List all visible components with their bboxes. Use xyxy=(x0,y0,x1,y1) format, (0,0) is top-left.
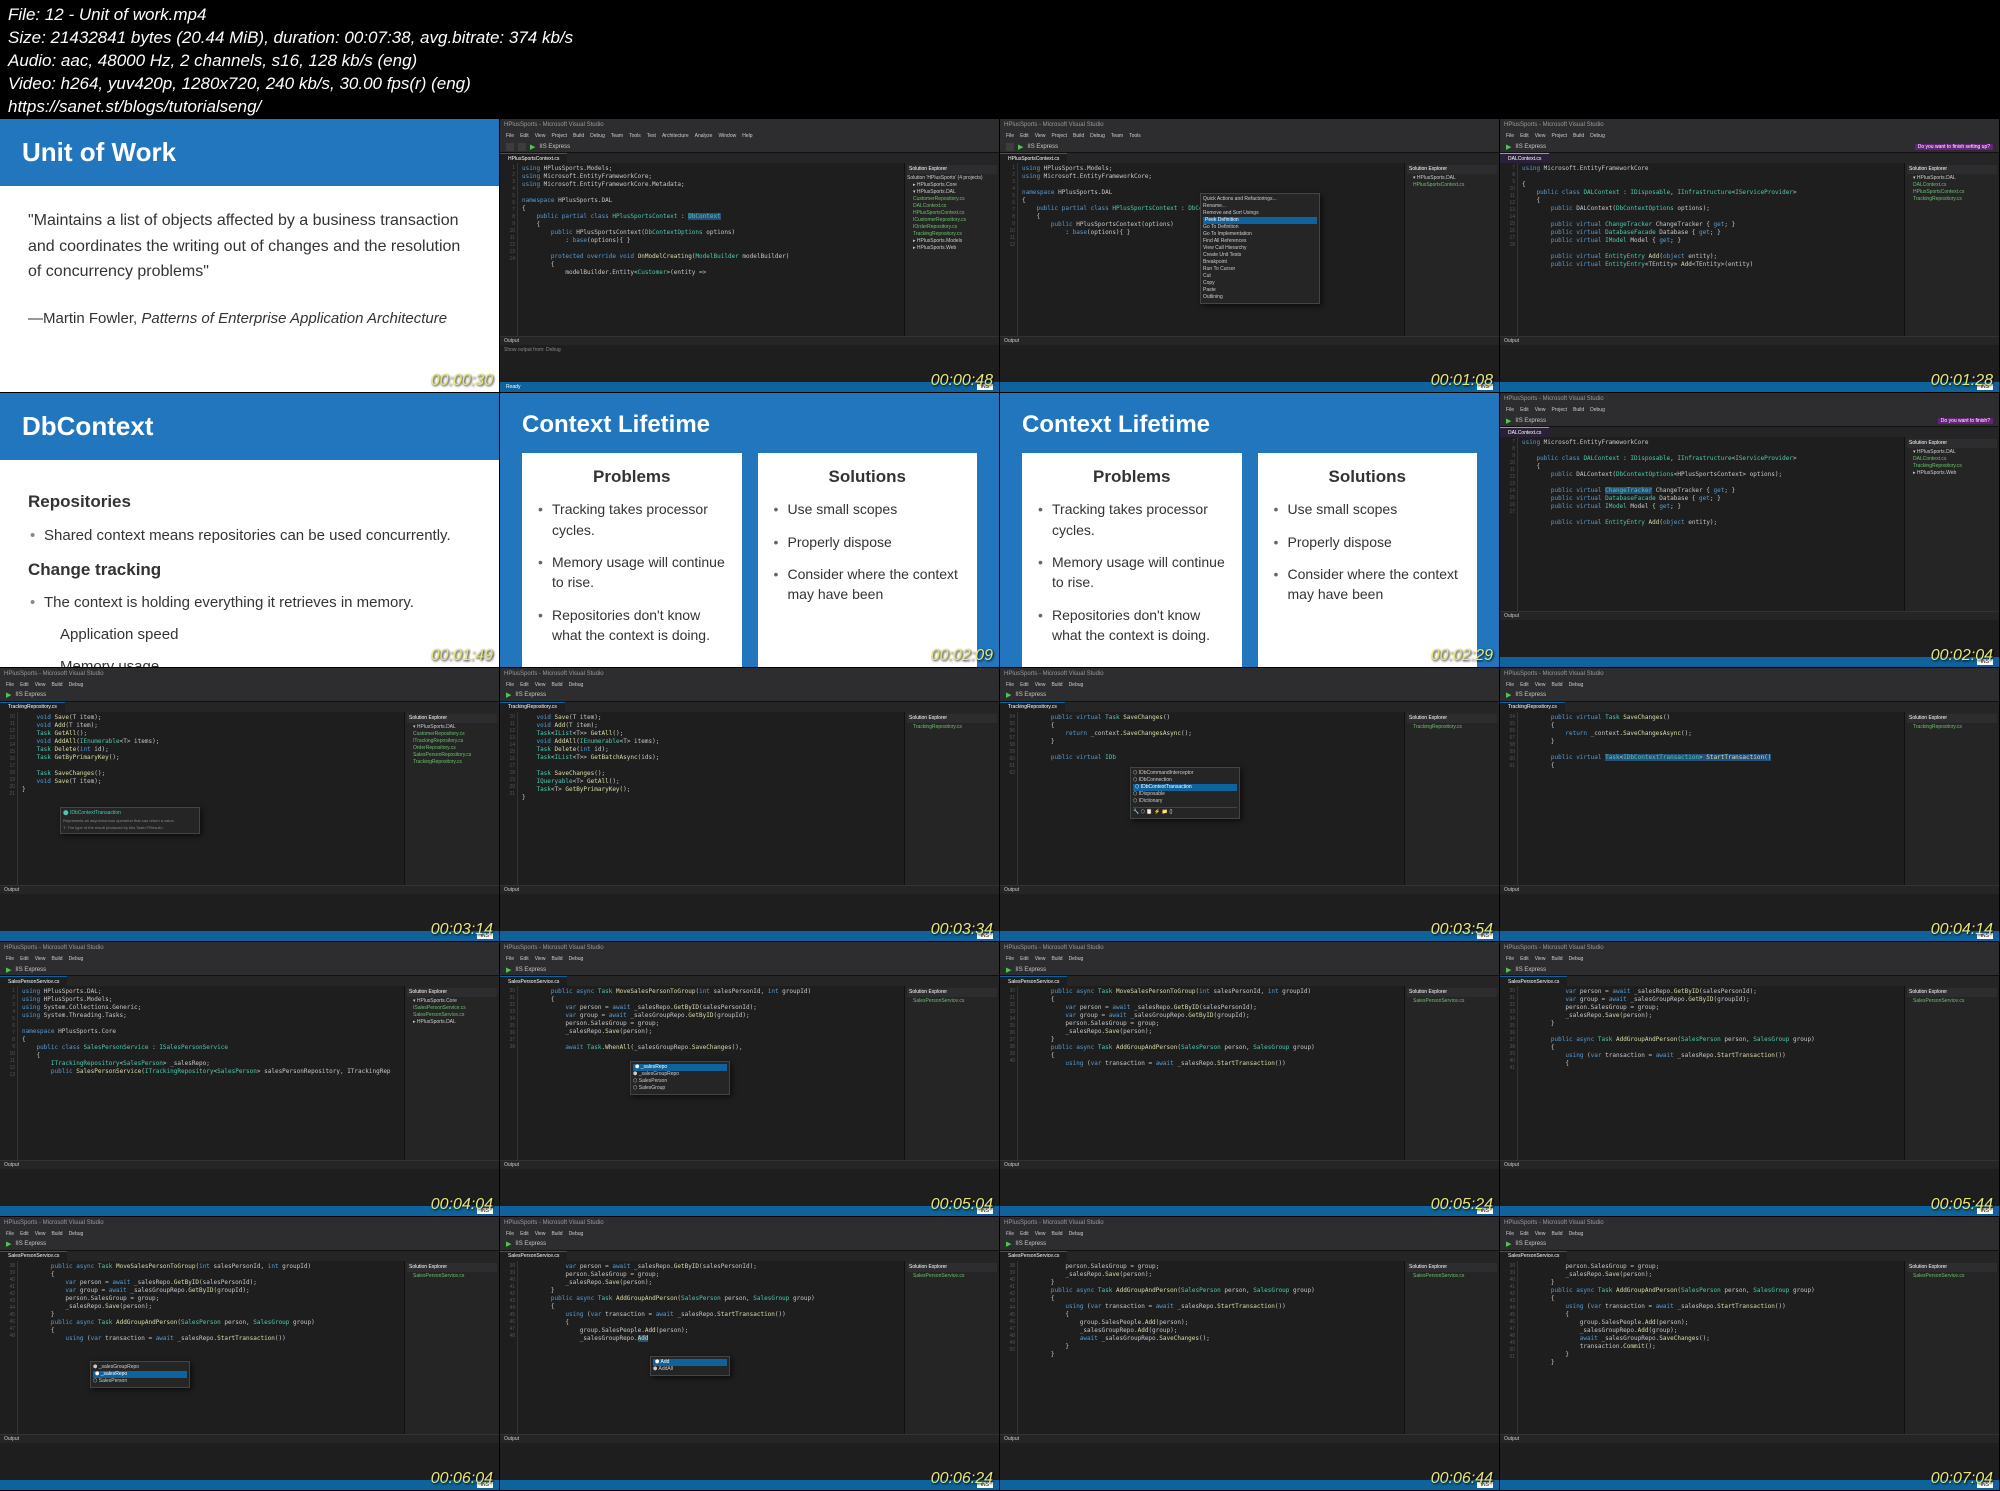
intellisense-popup[interactable]: ⬡ IDbCommandInterceptor ⬡ IDbConnection … xyxy=(1130,767,1240,819)
url-line: https://sanet.st/blogs/tutorialseng/ xyxy=(8,96,1992,119)
thumb-20[interactable]: HPlusSports - Microsoft Visual Studio Fi… xyxy=(1500,1217,2000,1491)
audio-line: Audio: aac, 48000 Hz, 2 channels, s16, 1… xyxy=(8,50,1992,73)
thumb-2[interactable]: HPlusSports - Microsoft Visual Studio Fi… xyxy=(500,119,1000,393)
thumb-13[interactable]: HPlusSports - Microsoft Visual Studio Fi… xyxy=(0,942,500,1216)
thumb-18[interactable]: HPlusSports - Microsoft Visual Studio Fi… xyxy=(500,1217,1000,1491)
thumb-14[interactable]: HPlusSports - Microsoft Visual Studio Fi… xyxy=(500,942,1000,1216)
ide-menubar[interactable]: FileEditViewProjectBuildDebugTeamToolsTe… xyxy=(500,131,999,141)
thumb-15[interactable]: HPlusSports - Microsoft Visual Studio Fi… xyxy=(1000,942,1500,1216)
problems-card: Problems Tracking takes processor cycles… xyxy=(522,453,742,667)
thumb-5[interactable]: DbContext Repositories Shared context me… xyxy=(0,393,500,667)
thumb-17[interactable]: HPlusSports - Microsoft Visual Studio Fi… xyxy=(0,1217,500,1491)
thumb-16[interactable]: HPlusSports - Microsoft Visual Studio Fi… xyxy=(1500,942,2000,1216)
timestamp: 00:00:30 xyxy=(431,372,493,390)
editor-tab[interactable]: HPlusSportsContext.cs xyxy=(500,153,567,163)
thumbnail-grid: Unit of Work "Maintains a list of object… xyxy=(0,119,2000,1491)
thumb-19[interactable]: HPlusSports - Microsoft Visual Studio Fi… xyxy=(1000,1217,1500,1491)
thumb-9[interactable]: HPlusSports - Microsoft Visual Studio Fi… xyxy=(0,668,500,942)
slide-attribution: —Martin Fowler, Patterns of Enterprise A… xyxy=(28,307,471,331)
thumb-11[interactable]: HPlusSports - Microsoft Visual Studio Fi… xyxy=(1000,668,1500,942)
thumb-1[interactable]: Unit of Work "Maintains a list of object… xyxy=(0,119,500,393)
file-line: File: 12 - Unit of work.mp4 xyxy=(8,4,1992,27)
timestamp: 00:00:48 xyxy=(931,372,993,390)
ide-toolbar[interactable]: ▶IIS Express xyxy=(500,141,999,153)
code-editor[interactable]: using HPlusSports.Models; using Microsof… xyxy=(518,163,904,336)
thumb-6[interactable]: Context Lifetime Problems Tracking takes… xyxy=(500,393,1000,667)
thumb-12[interactable]: HPlusSports - Microsoft Visual Studio Fi… xyxy=(1500,668,2000,942)
context-menu[interactable]: Quick Actions and Refactorings... Rename… xyxy=(1200,193,1320,304)
media-info-header: File: 12 - Unit of work.mp4 Size: 214328… xyxy=(0,0,2000,119)
thumb-7[interactable]: Context Lifetime Problems Tracking takes… xyxy=(1000,393,1500,667)
thumb-3[interactable]: HPlusSports - Microsoft Visual Studio Fi… xyxy=(1000,119,1500,393)
slide-quote: "Maintains a list of objects affected by… xyxy=(28,208,471,285)
solutions-card: Solutions Use small scopes Properly disp… xyxy=(758,453,978,667)
thumb-4[interactable]: HPlusSports - Microsoft Visual Studio Fi… xyxy=(1500,119,2000,393)
video-line: Video: h264, yuv420p, 1280x720, 240 kb/s… xyxy=(8,73,1992,96)
thumb-10[interactable]: HPlusSports - Microsoft Visual Studio Fi… xyxy=(500,668,1000,942)
slide-title: Unit of Work xyxy=(0,119,499,186)
solution-explorer[interactable]: Solution Explorer Solution 'HPlusSports'… xyxy=(904,163,999,336)
ide-title: HPlusSports - Microsoft Visual Studio xyxy=(504,122,604,128)
thumb-8[interactable]: HPlusSports - Microsoft Visual Studio Fi… xyxy=(1500,393,2000,667)
size-line: Size: 21432841 bytes (20.44 MiB), durati… xyxy=(8,27,1992,50)
